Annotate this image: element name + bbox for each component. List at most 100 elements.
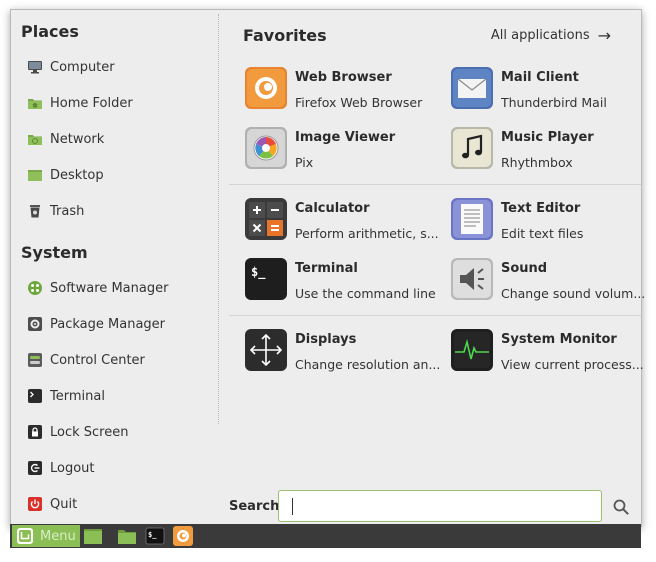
system-title: System [21,243,88,262]
trash-icon [27,203,43,219]
app-name: Terminal [295,261,358,276]
app-description: View current process... [501,357,644,372]
system-item-label: Terminal [50,388,105,404]
divider [229,315,641,316]
menu-button[interactable]: Menu [12,525,80,547]
app-description: Rhythmbox [501,155,573,170]
system-item-label: Lock Screen [50,424,129,440]
system-item-terminal[interactable]: Terminal [27,384,211,408]
folder-icon [118,530,136,544]
app-description: Change resolution an... [295,357,441,372]
software-manager-icon [27,280,43,296]
image-viewer-icon [245,127,287,169]
arrow-right-icon: → [597,26,611,45]
system-item-package-manager[interactable]: Package Manager [27,312,211,336]
places-item-label: Home Folder [50,95,133,111]
places-item-trash[interactable]: Trash [27,199,211,223]
taskbar-firefox[interactable] [172,526,194,546]
places-item-home-folder[interactable]: Home Folder [27,91,211,115]
system-item-label: Software Manager [50,280,169,296]
all-applications-label: All applications [490,28,590,43]
app-name: Mail Client [501,70,579,85]
all-applications-button[interactable]: All applications → [491,26,611,45]
vertical-divider [218,14,219,424]
search-input[interactable] [287,491,591,521]
package-manager-icon [27,316,43,332]
app-description: Thunderbird Mail [501,95,607,110]
network-folder-icon [27,131,43,147]
divider [229,184,641,185]
text-editor-icon [451,198,493,240]
system-item-label: Logout [50,460,95,476]
terminal-icon [27,388,43,404]
app-name: Displays [295,332,357,347]
computer-icon [27,59,43,75]
app-description: Perform arithmetic, s... [295,226,439,241]
firefox-icon [173,526,193,546]
calculator-icon [245,198,287,240]
taskbar: Menu $_ [10,524,641,548]
system-item-logout[interactable]: Logout [27,456,211,480]
system-item-lock-screen[interactable]: Lock Screen [27,420,211,444]
app-name: Calculator [295,201,370,216]
logout-icon [27,460,43,476]
system-item-software-manager[interactable]: Software Manager [27,276,211,300]
svg-text:$_: $_ [251,265,266,280]
menu-button-label: Menu [40,528,76,544]
control-center-icon [27,352,43,368]
places-item-label: Computer [50,59,115,75]
app-description: Use the command line [295,286,436,301]
terminal-icon: $_ [145,527,165,545]
search-label: Search: [229,499,285,514]
app-mail-client[interactable]: Mail Client Thunderbird Mail [451,67,651,115]
search-icon[interactable] [612,498,630,516]
music-note-icon [451,127,493,169]
left-pane: Places Computer Home Folder Network Desk… [11,10,217,526]
desktop-folder-icon [27,167,43,183]
displays-icon [245,329,287,371]
firefox-icon [245,67,287,109]
taskbar-terminal[interactable]: $_ [144,526,166,546]
system-item-control-center[interactable]: Control Center [27,348,211,372]
app-music-player[interactable]: Music Player Rhythmbox [451,127,651,175]
app-name: Sound [501,261,548,276]
places-item-label: Desktop [50,167,104,183]
favorites-title: Favorites [243,26,327,45]
text-cursor [292,498,293,515]
app-displays[interactable]: Displays Change resolution an... [245,329,445,377]
lock-icon [27,424,43,440]
places-item-network[interactable]: Network [27,127,211,151]
places-item-desktop[interactable]: Desktop [27,163,211,187]
desktop-folder-icon [84,529,102,544]
app-description: Firefox Web Browser [295,95,423,110]
taskbar-files[interactable] [116,526,138,546]
app-web-browser[interactable]: Web Browser Firefox Web Browser [245,67,445,115]
places-item-label: Network [50,131,105,147]
places-item-label: Trash [50,203,85,219]
system-monitor-icon [451,329,493,371]
svg-text:$_: $_ [148,531,157,539]
app-system-monitor[interactable]: System Monitor View current process... [451,329,651,377]
taskbar-show-desktop[interactable] [82,526,104,546]
app-description: Change sound volum... [501,286,646,301]
app-description: Pix [295,155,314,170]
app-name: Image Viewer [295,130,396,145]
app-name: System Monitor [501,332,617,347]
app-description: Edit text files [501,226,584,241]
app-name: Text Editor [501,201,581,216]
app-calculator[interactable]: Calculator Perform arithmetic, s... [245,198,445,246]
application-menu: Places Computer Home Folder Network Desk… [10,9,645,527]
app-text-editor[interactable]: Text Editor Edit text files [451,198,651,246]
right-pane: Favorites All applications → Web Browser… [229,10,645,526]
app-terminal[interactable]: $_ Terminal Use the command line [245,258,445,306]
places-item-computer[interactable]: Computer [27,55,211,79]
search-field[interactable] [278,490,602,522]
speaker-icon [451,258,493,300]
places-title: Places [21,22,79,41]
mint-logo-icon [17,528,33,544]
app-sound[interactable]: Sound Change sound volum... [451,258,651,306]
app-image-viewer[interactable]: Image Viewer Pix [245,127,445,175]
system-item-quit[interactable]: Quit [27,492,211,516]
app-name: Music Player [501,130,594,145]
home-folder-icon [27,95,43,111]
